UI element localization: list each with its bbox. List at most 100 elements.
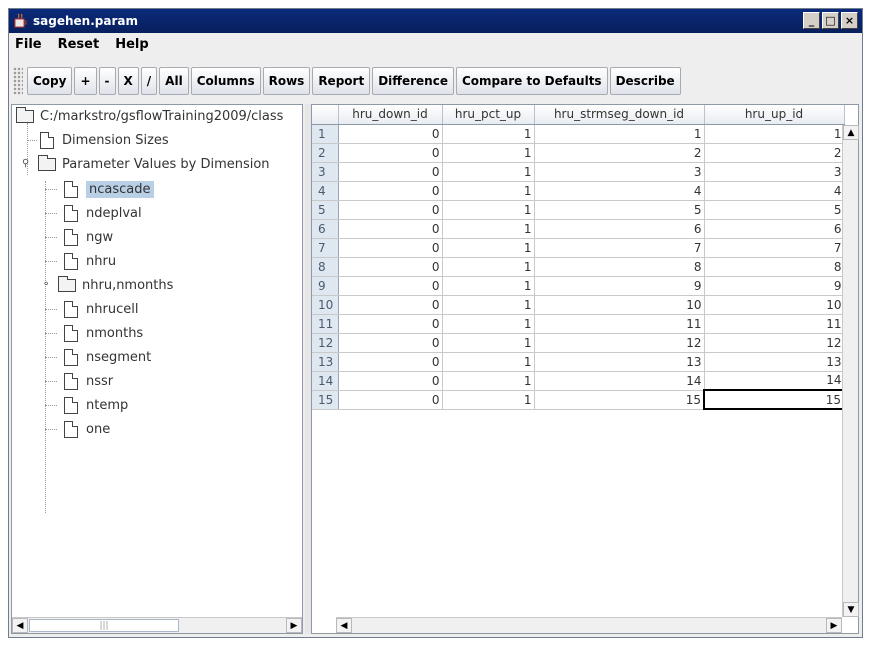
- table-row[interactable]: 10111: [312, 124, 845, 144]
- hru-down-id-cell[interactable]: 0: [338, 143, 443, 163]
- hru-up-id-cell[interactable]: 2: [704, 143, 845, 163]
- hru-pct-up-cell[interactable]: 1: [442, 390, 535, 410]
- table-row[interactable]: 20122: [312, 143, 845, 163]
- tree-horizontal-scrollbar[interactable]: ◀ ||| ▶: [12, 617, 302, 633]
- menu-file[interactable]: File: [13, 35, 44, 54]
- hru-down-id-cell[interactable]: 0: [338, 371, 443, 391]
- hru-pct-up-cell[interactable]: 1: [442, 314, 535, 334]
- columns-button[interactable]: Columns: [190, 67, 261, 95]
- hru-up-id-cell[interactable]: 10: [704, 295, 845, 315]
- table-row[interactable]: 50155: [312, 200, 845, 220]
- hru-up-id-cell[interactable]: 5: [704, 200, 845, 220]
- tree-item-one[interactable]: one: [64, 418, 110, 440]
- hru-up-id-cell[interactable]: 6: [704, 219, 845, 239]
- hru-up-id-cell[interactable]: 12: [704, 333, 845, 353]
- hru-down-id-cell[interactable]: 0: [338, 276, 443, 296]
- maximize-button[interactable]: □: [822, 12, 839, 29]
- hru-strmseg-down-id-cell[interactable]: 12: [534, 333, 705, 353]
- scroll-left-icon[interactable]: ◀: [336, 618, 352, 633]
- tree-item-ncascade[interactable]: ncascade: [64, 178, 154, 200]
- tree-item-nsegment[interactable]: nsegment: [64, 346, 151, 368]
- hru-strmseg-down-id-cell[interactable]: 14: [534, 371, 705, 391]
- hru-pct-up-cell[interactable]: 1: [442, 371, 535, 391]
- menu-help[interactable]: Help: [113, 35, 150, 54]
- scroll-right-icon[interactable]: ▶: [826, 618, 842, 633]
- tree-item-ndeplval[interactable]: ndeplval: [64, 202, 142, 224]
- hru-strmseg-down-id-cell[interactable]: 1: [534, 124, 705, 144]
- tree-item-dimension-sizes[interactable]: Dimension Sizes: [40, 129, 169, 151]
- hru-pct-up-cell[interactable]: 1: [442, 333, 535, 353]
- scroll-right-icon[interactable]: ▶: [286, 618, 302, 633]
- table-row[interactable]: 40144: [312, 181, 845, 201]
- tree-item-ntemp[interactable]: ntemp: [64, 394, 128, 416]
- hru-pct-up-cell[interactable]: 1: [442, 162, 535, 182]
- describe-button[interactable]: Describe: [609, 67, 681, 95]
- column-header-hru-strmseg-down-id[interactable]: hru_strmseg_down_id: [534, 105, 705, 125]
- hru-down-id-cell[interactable]: 0: [338, 257, 443, 277]
- hru-pct-up-cell[interactable]: 1: [442, 200, 535, 220]
- hru-strmseg-down-id-cell[interactable]: 10: [534, 295, 705, 315]
- hru-strmseg-down-id-cell[interactable]: 6: [534, 219, 705, 239]
- hru-strmseg-down-id-cell[interactable]: 4: [534, 181, 705, 201]
- hru-pct-up-cell[interactable]: 1: [442, 143, 535, 163]
- table-horizontal-scrollbar[interactable]: ◀ ▶: [336, 617, 842, 633]
- scroll-down-icon[interactable]: ▼: [843, 602, 859, 617]
- table-row[interactable]: 11 0 1 11 11: [312, 314, 845, 334]
- minimize-button[interactable]: _: [803, 12, 820, 29]
- hru-strmseg-down-id-cell[interactable]: 8: [534, 257, 705, 277]
- table-row[interactable]: 10 0 1 10 10: [312, 295, 845, 315]
- hru-down-id-cell[interactable]: 0: [338, 333, 443, 353]
- hru-pct-up-cell[interactable]: 1: [442, 276, 535, 296]
- table-row[interactable]: 15 0 1 15 15: [312, 389, 845, 410]
- hru-up-id-cell[interactable]: 15: [703, 389, 845, 410]
- multiply-button[interactable]: X: [117, 67, 139, 95]
- table-row[interactable]: 80188: [312, 257, 845, 277]
- all-button[interactable]: All: [159, 67, 189, 95]
- hru-strmseg-down-id-cell[interactable]: 15: [534, 390, 705, 410]
- tree-item-nhrucell[interactable]: nhrucell: [64, 298, 138, 320]
- toolbar-grip[interactable]: [13, 67, 23, 95]
- hru-pct-up-cell[interactable]: 1: [442, 352, 535, 372]
- hru-down-id-cell[interactable]: 0: [338, 219, 443, 239]
- tree-item-nmonths[interactable]: nmonths: [64, 322, 143, 344]
- divide-button[interactable]: /: [140, 67, 158, 95]
- column-header-hru-pct-up[interactable]: hru_pct_up: [442, 105, 535, 125]
- column-header-hru-up-id[interactable]: hru_up_id: [704, 105, 845, 125]
- add-button[interactable]: +: [74, 67, 97, 95]
- hru-down-id-cell[interactable]: 0: [338, 295, 443, 315]
- scroll-left-icon[interactable]: ◀: [12, 618, 28, 633]
- hru-up-id-cell[interactable]: 7: [704, 238, 845, 258]
- hru-pct-up-cell[interactable]: 1: [442, 238, 535, 258]
- table-vertical-scrollbar[interactable]: ▲ ▼: [842, 125, 859, 617]
- hru-pct-up-cell[interactable]: 1: [442, 124, 535, 144]
- tree-item-nssr[interactable]: nssr: [64, 370, 113, 392]
- hru-down-id-cell[interactable]: 0: [338, 314, 443, 334]
- hru-pct-up-cell[interactable]: 1: [442, 257, 535, 277]
- menu-reset[interactable]: Reset: [56, 35, 102, 54]
- scroll-up-icon[interactable]: ▲: [843, 125, 859, 140]
- hru-down-id-cell[interactable]: 0: [338, 181, 443, 201]
- table-row[interactable]: 13 0 1 13 13: [312, 352, 845, 372]
- hru-strmseg-down-id-cell[interactable]: 11: [534, 314, 705, 334]
- compare-to-defaults-button[interactable]: Compare to Defaults: [455, 67, 608, 95]
- tree-item-ngw[interactable]: ngw: [64, 226, 113, 248]
- hru-strmseg-down-id-cell[interactable]: 7: [534, 238, 705, 258]
- hru-pct-up-cell[interactable]: 1: [442, 295, 535, 315]
- report-button[interactable]: Report: [312, 67, 371, 95]
- hru-down-id-cell[interactable]: 0: [338, 390, 443, 410]
- hru-up-id-cell[interactable]: 3: [704, 162, 845, 182]
- table-row[interactable]: 60166: [312, 219, 845, 239]
- hru-up-id-cell[interactable]: 4: [704, 181, 845, 201]
- table-row[interactable]: 12 0 1 12 12: [312, 333, 845, 353]
- hru-down-id-cell[interactable]: 0: [338, 352, 443, 372]
- hru-down-id-cell[interactable]: 0: [338, 200, 443, 220]
- column-header-hru-down-id[interactable]: hru_down_id: [338, 105, 443, 125]
- hru-strmseg-down-id-cell[interactable]: 9: [534, 276, 705, 296]
- table-row[interactable]: 14 0 1 14 14: [312, 371, 845, 391]
- hru-up-id-cell[interactable]: 11: [704, 314, 845, 334]
- hru-up-id-cell[interactable]: 1: [704, 124, 845, 144]
- table-row[interactable]: 30133: [312, 162, 845, 182]
- table-row[interactable]: 90199: [312, 276, 845, 296]
- hru-strmseg-down-id-cell[interactable]: 5: [534, 200, 705, 220]
- expand-toggle-icon[interactable]: ⚬: [42, 280, 52, 290]
